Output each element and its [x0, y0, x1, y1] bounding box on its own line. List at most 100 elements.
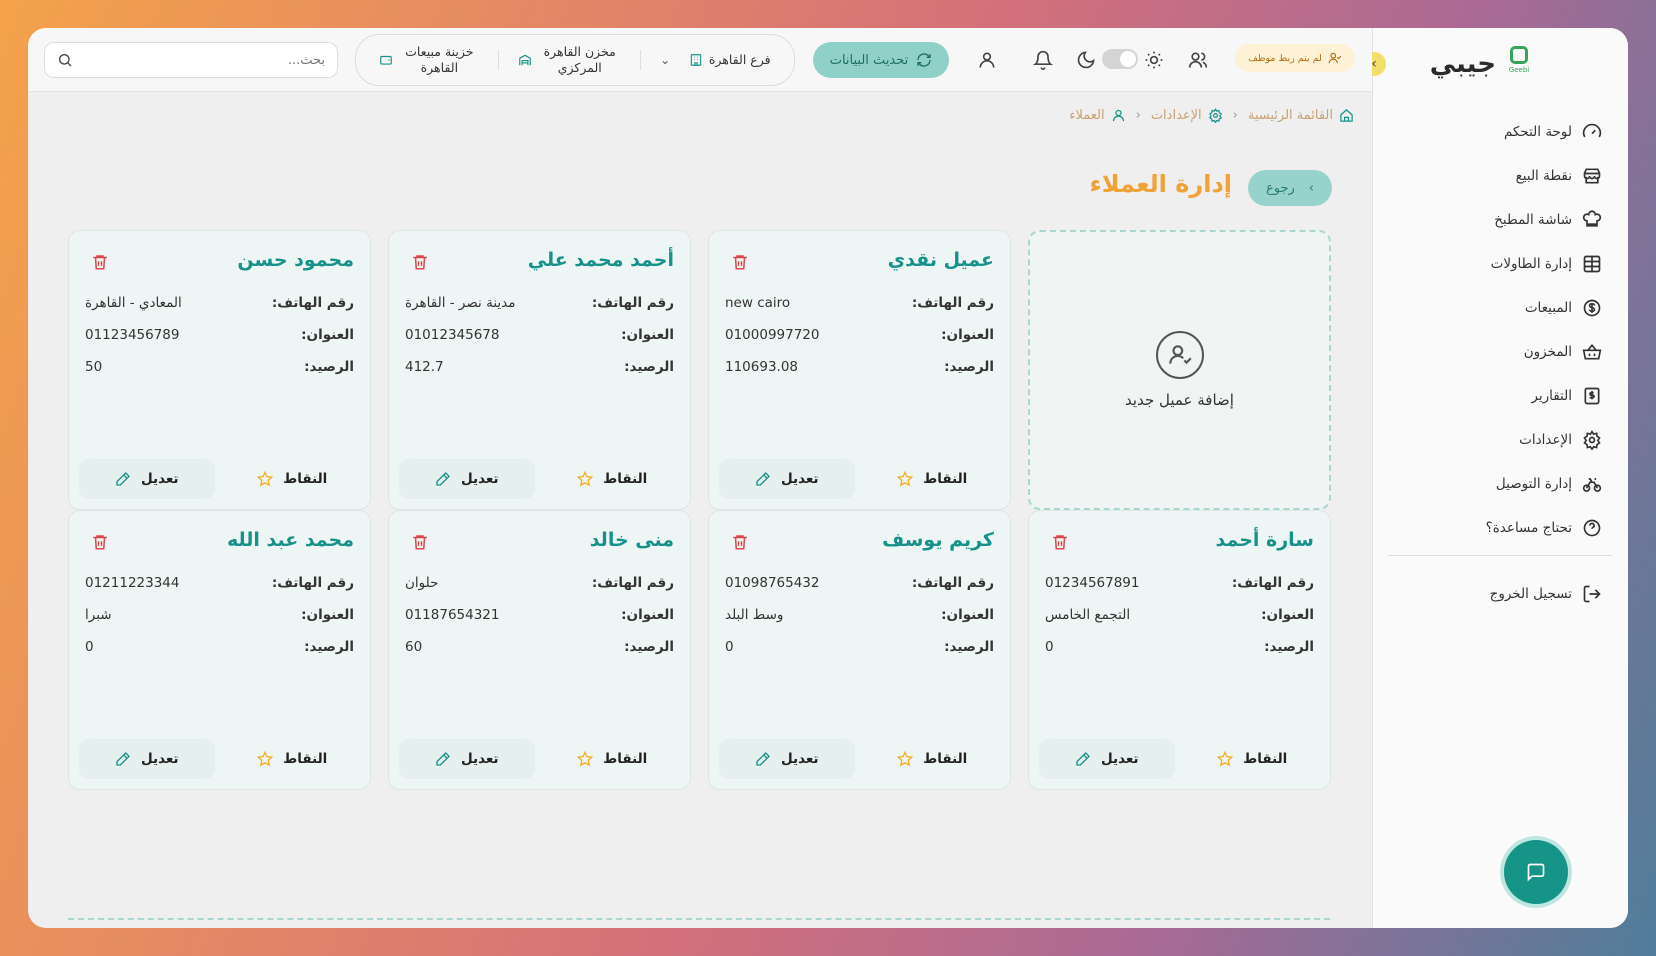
customer-balance-row: الرصيد: 0 — [85, 639, 354, 655]
sidebar-item-tables[interactable]: إدارة الطاولات — [1392, 242, 1602, 286]
points-button[interactable]: النقاط — [1185, 739, 1321, 779]
sidebar-item-settings[interactable]: الإعدادات — [1392, 418, 1602, 462]
edit-button[interactable]: تعديل — [399, 459, 535, 499]
branch-selector[interactable]: فرع القاهرة — [689, 52, 771, 68]
customer-card: محمود حسن رقم الهاتف: المعادي - القاهرة الع… — [68, 230, 371, 510]
sidebar-item-label: إدارة التوصيل — [1495, 476, 1572, 492]
sidebar-nav: لوحة التحكم نقطة البيع شاشة المطبخ إدارة… — [1392, 110, 1602, 550]
app-window: جيبي Geebi لوحة التحكم نقطة البيع شاشة ا… — [28, 28, 1628, 928]
customer-address-row: العنوان: التجمع الخامس — [1045, 607, 1314, 623]
customer-card: أحمد محمد علي رقم الهاتف: مدينة نصر - القا… — [388, 230, 691, 510]
delete-icon[interactable] — [731, 253, 749, 271]
delete-icon[interactable] — [91, 253, 109, 271]
theme-toggle[interactable] — [1102, 49, 1138, 69]
branch-label: فرع القاهرة — [708, 51, 771, 67]
bike-icon — [1582, 478, 1602, 492]
delete-icon[interactable] — [731, 533, 749, 551]
customer-name: عميل نقدي — [887, 249, 994, 271]
customer-card: سارة أحمد رقم الهاتف: 01234567891 العنوان: ا… — [1028, 510, 1331, 790]
wallet-icon — [380, 55, 393, 65]
sidebar-item-label: المبيعات — [1524, 300, 1572, 316]
sidebar-item-label: تحتاج مساعدة؟ — [1485, 520, 1572, 536]
edit-button[interactable]: تعديل — [399, 739, 535, 779]
users-icon[interactable] — [1188, 50, 1208, 70]
card-actions: النقاط تعديل — [79, 739, 360, 779]
customer-address-row: العنوان: وسط البلد — [725, 607, 994, 623]
sidebar-item-label: شاشة المطبخ — [1494, 212, 1572, 228]
chevron-down-icon[interactable]: ⌄ — [660, 53, 670, 67]
sidebar-item-label: المخزون — [1523, 344, 1572, 360]
add-customer-card[interactable]: إضافة عميل جديد — [1028, 230, 1331, 510]
breadcrumb: القائمة الرئيسية ‹ الإعدادات ‹ العملاء — [1069, 108, 1354, 123]
brand-logo: Geebi — [1506, 46, 1532, 82]
card-actions: النقاط تعديل — [399, 739, 680, 779]
address-label: العنوان: — [941, 327, 994, 343]
customer-phone: مدينة نصر - القاهرة — [405, 295, 516, 311]
points-button[interactable]: النقاط — [225, 459, 361, 499]
logout-icon — [1583, 585, 1601, 603]
customer-phone-row: رقم الهاتف: المعادي - القاهرة — [85, 295, 354, 311]
refresh-icon — [917, 53, 931, 67]
sidebar-item-help[interactable]: تحتاج مساعدة؟ — [1392, 506, 1602, 550]
customer-address: 01187654321 — [405, 607, 500, 623]
sidebar-item-dashboard[interactable]: لوحة التحكم — [1392, 110, 1602, 154]
customer-address-row: العنوان: شبرا — [85, 607, 354, 623]
card-actions: النقاط تعديل — [79, 459, 360, 499]
edit-label: تعديل — [460, 471, 499, 487]
customer-balance: 0 — [1045, 639, 1054, 655]
star-icon — [577, 471, 594, 487]
treasury-selector[interactable]: خزينة مبيعات القاهرة — [379, 44, 479, 77]
points-button[interactable]: النقاط — [865, 459, 1001, 499]
customer-name: سارة أحمد — [1215, 529, 1314, 551]
logout-button[interactable]: تسجيل الخروج — [1490, 584, 1602, 604]
points-button[interactable]: النقاط — [545, 739, 681, 779]
gear-icon — [1583, 430, 1601, 450]
pencil-icon — [1075, 751, 1091, 767]
delete-icon[interactable] — [411, 253, 429, 271]
breadcrumb-settings[interactable]: الإعدادات — [1151, 108, 1202, 123]
sun-icon[interactable] — [1144, 50, 1164, 70]
customer-phone-row: رقم الهاتف: new cairo — [725, 295, 994, 311]
balance-label: الرصيد: — [304, 639, 354, 655]
balance-label: الرصيد: — [944, 639, 994, 655]
balance-label: الرصيد: — [1264, 639, 1314, 655]
user-check-icon — [1328, 52, 1342, 64]
edit-button[interactable]: تعديل — [719, 739, 855, 779]
warehouse-selector[interactable]: مخزن القاهرة المركزي — [518, 44, 622, 77]
customer-name: محمود حسن — [237, 249, 354, 271]
points-button[interactable]: النقاط — [545, 459, 681, 499]
gauge-icon — [1582, 123, 1602, 138]
pencil-icon — [435, 471, 451, 487]
sidebar-item-delivery[interactable]: إدارة التوصيل — [1392, 462, 1602, 506]
delete-icon[interactable] — [411, 533, 429, 551]
search-input[interactable] — [81, 52, 325, 68]
back-button[interactable]: رجوع ‹ — [1248, 170, 1332, 206]
help-icon — [1583, 519, 1601, 537]
sidebar-item-kitchen[interactable]: شاشة المطبخ — [1392, 198, 1602, 242]
edit-button[interactable]: تعديل — [79, 739, 215, 779]
edit-button[interactable]: تعديل — [79, 459, 215, 499]
chat-button[interactable] — [1504, 840, 1568, 904]
moon-icon[interactable] — [1076, 50, 1096, 70]
breadcrumb-home[interactable]: القائمة الرئيسية — [1248, 108, 1333, 123]
points-label: النقاط — [283, 471, 328, 487]
delete-icon[interactable] — [91, 533, 109, 551]
bell-icon[interactable] — [1033, 50, 1053, 70]
staff-status-badge[interactable]: لم يتم ربط موظف — [1235, 44, 1355, 72]
search-box — [44, 42, 338, 78]
pencil-icon — [755, 471, 771, 487]
sidebar-item-inventory[interactable]: المخزون — [1392, 330, 1602, 374]
customer-address: التجمع الخامس — [1045, 607, 1131, 623]
refresh-data-button[interactable]: تحديث البيانات — [813, 42, 949, 78]
sidebar-item-reports[interactable]: التقارير — [1392, 374, 1602, 418]
user-icon[interactable] — [977, 50, 997, 70]
customer-balance: 412.7 — [405, 359, 444, 375]
edit-button[interactable]: تعديل — [1039, 739, 1175, 779]
sidebar-item-sales[interactable]: المبيعات — [1392, 286, 1602, 330]
edit-label: تعديل — [780, 471, 819, 487]
edit-button[interactable]: تعديل — [719, 459, 855, 499]
delete-icon[interactable] — [1051, 533, 1069, 551]
points-button[interactable]: النقاط — [225, 739, 361, 779]
sidebar-item-pos[interactable]: نقطة البيع — [1392, 154, 1602, 198]
points-button[interactable]: النقاط — [865, 739, 1001, 779]
